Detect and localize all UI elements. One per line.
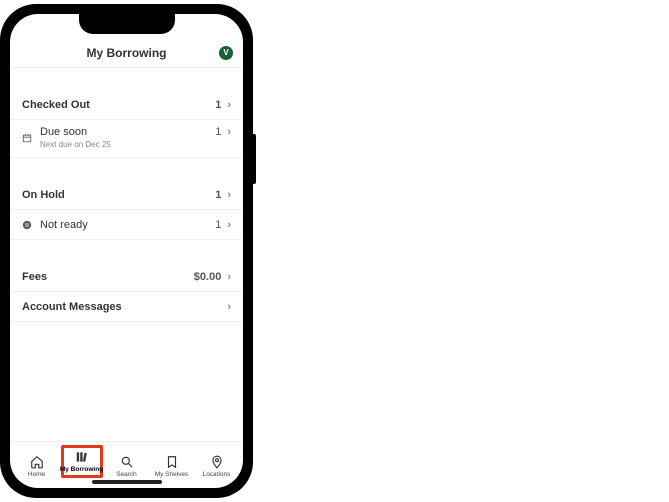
page-header: My Borrowing V: [10, 38, 243, 68]
section-checked-out[interactable]: Checked Out 1 ›: [10, 90, 243, 120]
avatar[interactable]: V: [219, 46, 233, 60]
row-count: 1: [215, 126, 221, 138]
tab-locations[interactable]: Locations: [196, 455, 238, 478]
spacer: [10, 240, 243, 262]
section-label: On Hold: [22, 189, 65, 201]
home-icon: [30, 455, 44, 469]
side-button: [253, 134, 256, 184]
row-label: Due soon: [40, 126, 111, 138]
screen: My Borrowing V Checked Out 1 ›: [10, 14, 243, 488]
content: Checked Out 1 › Due soon Next due on Dec…: [10, 68, 243, 441]
tab-label: My Shelves: [155, 471, 189, 478]
chevron-right-icon: ›: [227, 271, 231, 283]
phone-frame: My Borrowing V Checked Out 1 ›: [0, 4, 253, 498]
books-icon: [75, 450, 89, 464]
tab-label: Locations: [203, 471, 231, 478]
calendar-icon: [22, 133, 32, 143]
chevron-right-icon: ›: [227, 189, 231, 201]
section-account-messages[interactable]: Account Messages ›: [10, 292, 243, 322]
section-label: Checked Out: [22, 99, 90, 111]
chevron-right-icon: ›: [227, 301, 231, 313]
section-count: 1: [215, 99, 221, 111]
bookmark-icon: [165, 455, 179, 469]
spacer: [10, 68, 243, 90]
section-label: Fees: [22, 271, 47, 283]
tab-label: Home: [28, 471, 45, 478]
chevron-right-icon: ›: [227, 219, 231, 231]
section-label: Account Messages: [22, 301, 122, 313]
row-sublabel: Next due on Dec 25: [40, 140, 111, 150]
row-due-soon[interactable]: Due soon Next due on Dec 25 1 ›: [10, 120, 243, 158]
tab-search[interactable]: Search: [106, 455, 148, 478]
tab-my-shelves[interactable]: My Shelves: [151, 455, 193, 478]
tab-my-borrowing[interactable]: My Borrowing: [61, 445, 103, 478]
row-count: 1: [215, 219, 221, 231]
chevron-right-icon: ›: [227, 99, 231, 111]
section-fees[interactable]: Fees $0.00 ›: [10, 262, 243, 292]
tab-label: My Borrowing: [60, 466, 103, 473]
pause-icon: [22, 220, 32, 230]
tab-home[interactable]: Home: [16, 455, 58, 478]
home-indicator: [92, 480, 162, 484]
section-count: 1: [215, 189, 221, 201]
spacer: [10, 158, 243, 180]
chevron-right-icon: ›: [227, 126, 231, 138]
section-on-hold[interactable]: On Hold 1 ›: [10, 180, 243, 210]
row-not-ready[interactable]: Not ready 1 ›: [10, 210, 243, 240]
page-title: My Borrowing: [87, 46, 167, 60]
notch: [79, 14, 175, 34]
location-icon: [210, 455, 224, 469]
tab-label: Search: [116, 471, 137, 478]
row-label: Not ready: [40, 219, 88, 231]
search-icon: [120, 455, 134, 469]
fees-amount: $0.00: [194, 271, 222, 283]
